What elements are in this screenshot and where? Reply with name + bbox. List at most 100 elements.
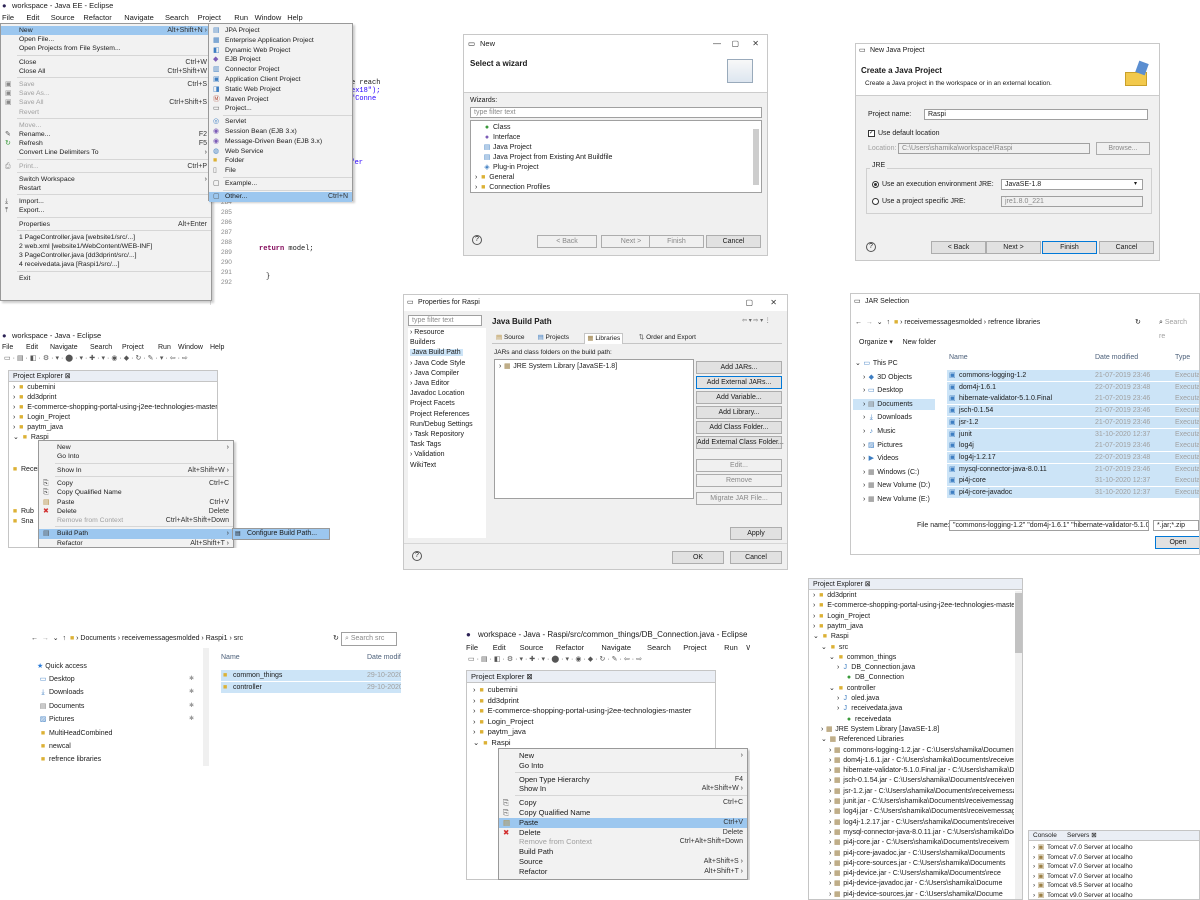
refresh-icon[interactable]: ↻ <box>1135 316 1141 330</box>
nav-item-wikitext[interactable]: WikiText <box>408 461 486 471</box>
refresh-icon[interactable]: ↻ <box>333 632 339 646</box>
location-input[interactable]: C:\Users\shamika\workspace\Raspi <box>898 143 1090 154</box>
nav-scrollbar[interactable] <box>203 648 209 766</box>
menu-item-1-pagecontroller-java-website1-src[interactable]: 1 PageController.java [website1/src/...] <box>1 233 211 242</box>
back-arrow-icon[interactable]: ← <box>31 635 38 642</box>
browse-button[interactable]: Browse... <box>1096 142 1150 155</box>
tree-item-dd3dprint[interactable]: › ■ dd3dprint <box>467 696 715 706</box>
nav-item-desktop[interactable]: › ▭ Desktop <box>853 385 935 396</box>
finish-button[interactable]: Finish <box>649 235 704 248</box>
menu-project[interactable]: Project <box>198 12 221 23</box>
menu-item-export[interactable]: ⤒ Export... <box>1 206 211 215</box>
menu-item-revert[interactable]: Revert <box>1 108 211 117</box>
menu-item-refactor[interactable]: Refactor Alt+Shift+T › <box>39 539 233 548</box>
folder-row[interactable]: ■ controller 29-10-2020 <box>221 682 401 693</box>
nav-item-task-repository[interactable]: › Task Repository <box>408 430 486 440</box>
menu-search[interactable]: Search <box>647 642 671 654</box>
forward-arrow-icon[interactable]: → <box>42 635 49 642</box>
wizard-item-java-project-from-existing-ant-buildfile[interactable]: ▤ Java Project from Existing Ant Buildfil… <box>471 153 761 163</box>
tab-order-and-export[interactable]: ⇅ Order and Export <box>637 333 698 343</box>
up-arrow-icon[interactable]: ↑ <box>887 319 891 326</box>
finish-button[interactable]: Finish <box>1042 241 1097 254</box>
expand-arrow-icon[interactable]: ⌄ <box>473 738 481 747</box>
tab-projects[interactable]: ▤ Projects <box>536 333 571 343</box>
nav-item-new-volume-d[interactable]: › ▦ New Volume (D:) <box>853 480 935 491</box>
menu-window[interactable]: Window <box>255 12 282 23</box>
tree-item-cubemini[interactable]: › ■ cubemini <box>467 685 715 695</box>
breadcrumb[interactable]: › receivemessagesmolded › refrence libra… <box>900 319 1040 326</box>
btn-add-external-class-folder[interactable]: Add External Class Folder... <box>696 436 784 449</box>
servers-tab[interactable]: Servers ⊠ <box>1067 831 1097 841</box>
new-menu-item-connector-project[interactable]: ▥ Connector Project <box>209 65 352 75</box>
menu-item-copy-qualified-name[interactable]: ⎘ Copy Qualified Name <box>39 488 233 497</box>
nav-item-downloads[interactable]: › ⤓ Downloads <box>853 412 935 423</box>
maximize-icon[interactable]: ▢ <box>731 35 739 53</box>
menu-item-save-as[interactable]: ▣ Save As... <box>1 89 211 98</box>
new-menu-item-message-driven-bean-ejb-3-x[interactable]: ◉ Message-Driven Bean (EJB 3.x) <box>209 137 352 147</box>
tree-item[interactable]: ⌄ ■ Raspi <box>809 632 1014 642</box>
tree-scrollbar[interactable] <box>1015 591 1022 899</box>
new-menu-item-maven-project[interactable]: Ⓜ Maven Project <box>209 95 352 105</box>
new-menu-item-example[interactable]: ▢ Example... <box>209 179 352 189</box>
minimize-icon[interactable]: — <box>713 35 721 53</box>
menu-item-new[interactable]: New › <box>499 751 747 761</box>
menu-item-rename[interactable]: ✎ Rename... F2 <box>1 130 211 139</box>
back-arrow-icon[interactable]: ← <box>855 319 862 326</box>
wizard-item-interface[interactable]: ● Interface <box>471 133 761 143</box>
menu-item-open-projects-from-file-system[interactable]: Open Projects from File System... <box>1 44 211 53</box>
maximize-icon[interactable]: ▢ <box>745 295 753 311</box>
menu-search[interactable]: Search <box>90 342 112 353</box>
menu-item-build-path[interactable]: Build Path <box>499 847 747 857</box>
cancel-button[interactable]: Cancel <box>730 551 782 564</box>
menu-item-2-web-xml-website1-webcontent-web-inf[interactable]: 2 web.xml [website1/WebContent/WEB-INF] <box>1 242 211 251</box>
new-menu-item-dynamic-web-project[interactable]: ◧ Dynamic Web Project <box>209 46 352 56</box>
menu-item-3-pagecontroller-java-dd3dprint-src[interactable]: 3 PageController.java [dd3dprint/src/...… <box>1 251 211 260</box>
menu-navigate[interactable]: Navigate <box>124 12 154 23</box>
menu-edit[interactable]: Edit <box>26 12 39 23</box>
file-type-select[interactable]: *.jar;*.zip <box>1153 520 1199 531</box>
nav-item-javadoc-location[interactable]: Javadoc Location <box>408 389 486 399</box>
new-menu-item-servlet[interactable]: ◎ Servlet <box>209 117 352 127</box>
menu-navigate[interactable]: Navigate <box>601 642 631 654</box>
pin-icon[interactable]: ✱ <box>189 674 194 685</box>
menu-item-exit[interactable]: Exit <box>1 274 211 283</box>
file-row[interactable]: ▣jsr-1.2 21-07-2019 23:46 Executab <box>947 416 1199 428</box>
expand-arrow-icon[interactable]: ⌄ <box>829 685 837 692</box>
tree-item[interactable]: ⌄ ■ common_things <box>809 653 1014 663</box>
console-tab[interactable]: Console <box>1033 831 1057 841</box>
tree-item[interactable]: › ▦ pi4j-core-javadoc.jar - C:\Users\sham… <box>809 849 1014 859</box>
file-row[interactable]: ▣log4j-1.2.17 22-07-2019 23:48 Executab <box>947 451 1199 463</box>
menu-item-copy-qualified-name[interactable]: ⎘ Copy Qualified Name <box>499 808 747 818</box>
file-row[interactable]: ▣junit 31-10-2020 12:37 Executab <box>947 428 1199 440</box>
file-row[interactable]: ▣ mysql-connector-java-8.0.11 21-07-2019 2… <box>947 463 1199 475</box>
nav-item-windows-c[interactable]: › ▦ Windows (C:) <box>853 467 935 478</box>
menu-item-close-all[interactable]: Close All Ctrl+Shift+W <box>1 67 211 76</box>
menu-refactor[interactable]: Refactor <box>556 642 584 654</box>
new-menu-item-static-web-project[interactable]: ◨ Static Web Project <box>209 85 352 95</box>
menu-item-build-path[interactable]: ▤ Build Path › <box>39 529 233 539</box>
nav-item-new-volume-e[interactable]: › ▦ New Volume (E:) <box>853 494 935 505</box>
new-menu-item-enterprise-application-project[interactable]: ▦ Enterprise Application Project <box>209 36 352 46</box>
search-icon[interactable]: ⌕ Search re <box>1159 316 1195 344</box>
menu-item-go-into[interactable]: Go Into <box>39 452 233 461</box>
menu-item-copy[interactable]: ⎘ Copy Ctrl+C <box>499 798 747 808</box>
pin-icon[interactable]: ✱ <box>189 687 194 698</box>
tree-item[interactable]: › ■ Login_Project <box>809 612 1014 622</box>
nav-item-java-editor[interactable]: › Java Editor <box>408 379 486 389</box>
menu-item-properties[interactable]: Properties Alt+Enter <box>1 220 211 229</box>
pin-icon[interactable]: ✱ <box>189 714 194 725</box>
btn-add-jars[interactable]: Add JARs... <box>696 361 782 374</box>
forward-arrow-icon[interactable]: → <box>866 319 873 326</box>
menu-item-go-into[interactable]: Go Into <box>499 761 747 771</box>
menu-refactor[interactable]: Refactor <box>83 12 111 23</box>
close-icon[interactable]: ✕ <box>770 295 777 311</box>
nav-item-multiheadcombined[interactable]: ■ MultiHeadCombined <box>39 728 199 739</box>
tree-item[interactable]: › ▦ mysql-connector-java-8.0.11.jar - C:\… <box>809 828 1014 838</box>
expand-arrow-icon[interactable]: ⌄ <box>821 644 829 651</box>
new-menu-item-jpa-project[interactable]: ▤ JPA Project <box>209 26 352 36</box>
nav-arrows[interactable]: ⇦ ▾ ⇨ ▾ ⋮ <box>742 317 771 324</box>
btn-add-library[interactable]: Add Library... <box>696 406 782 419</box>
project-name-input[interactable]: Raspi <box>924 109 1148 120</box>
tree-item[interactable]: › ▦ pi4j-device.jar - C:\Users\shamika\Do… <box>809 869 1014 879</box>
file-row[interactable]: ▣ commons-logging-1.2 21-07-2019 23:46 Exec… <box>947 370 1199 381</box>
